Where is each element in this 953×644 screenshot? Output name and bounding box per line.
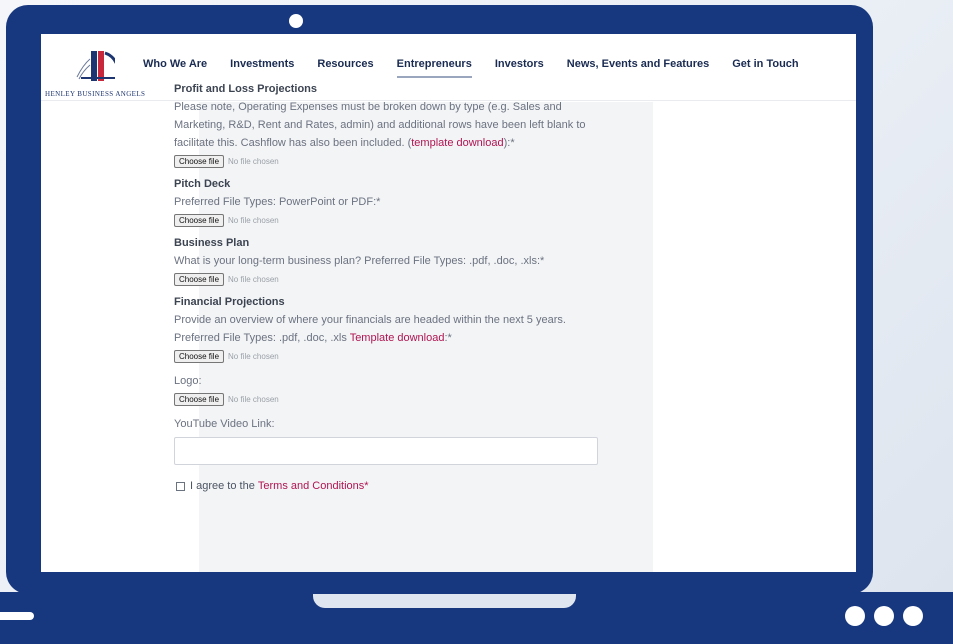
profit-loss-choose-file-button[interactable]: Choose file xyxy=(174,155,225,168)
financial-projections-desc: Provide an overview of where your financ… xyxy=(174,314,566,344)
nav-investments[interactable]: Investments xyxy=(230,58,294,70)
profit-loss-title: Profit and Loss Projections xyxy=(174,83,318,95)
pitch-deck-desc: Preferred File Types: PowerPoint or PDF:… xyxy=(174,196,381,208)
pitch-deck-file-status: No file chosen xyxy=(228,215,279,225)
financial-projections-title: Financial Projections xyxy=(174,296,285,308)
terms-link[interactable]: Terms and Conditions xyxy=(258,477,364,495)
nav-resources[interactable]: Resources xyxy=(317,58,373,70)
nav-get-in-touch[interactable]: Get in Touch xyxy=(732,58,798,70)
site-logo[interactable]: HENLEY BUSINESS ANGELS xyxy=(45,43,175,99)
main-nav: Who We Are Investments Resources Entrepr… xyxy=(143,58,822,78)
youtube-link-input[interactable] xyxy=(174,437,598,465)
business-plan-choose-file-button[interactable]: Choose file xyxy=(174,273,225,286)
business-plan-desc: What is your long-term business plan? Pr… xyxy=(174,255,545,267)
profit-loss-desc: Please note, Operating Expenses must be … xyxy=(174,101,586,149)
profit-loss-file-status: No file chosen xyxy=(228,156,279,166)
pitch-deck-file-input: Choose file No file chosen xyxy=(174,213,614,228)
youtube-label: YouTube Video Link: xyxy=(174,418,275,430)
financial-file-status: No file chosen xyxy=(228,351,279,361)
logo-text: HENLEY BUSINESS ANGELS xyxy=(45,90,146,98)
logo-label: Logo: xyxy=(174,375,202,387)
nav-entrepreneurs[interactable]: Entrepreneurs xyxy=(396,58,473,78)
pagination-dots xyxy=(845,606,923,626)
financial-file-input: Choose file No file chosen xyxy=(174,349,614,364)
pitch-deck-choose-file-button[interactable]: Choose file xyxy=(174,214,225,227)
agree-text: I agree to the xyxy=(190,480,255,492)
camera-dot xyxy=(289,14,303,28)
application-form: Profit and Loss Projections Please note,… xyxy=(174,80,614,495)
financial-template-link[interactable]: Template download xyxy=(350,332,445,344)
nav-investors[interactable]: Investors xyxy=(495,58,544,70)
terms-checkbox[interactable] xyxy=(176,481,185,491)
nav-news-events[interactable]: News, Events and Features xyxy=(567,58,709,70)
logo-file-status: No file chosen xyxy=(228,394,279,404)
dot-3 xyxy=(903,606,923,626)
terms-required-mark: * xyxy=(364,480,369,492)
logo-file-input: Choose file No file chosen xyxy=(174,392,614,407)
dot-2 xyxy=(874,606,894,626)
business-plan-file-status: No file chosen xyxy=(228,274,279,284)
pitch-deck-title: Pitch Deck xyxy=(174,178,231,190)
profit-loss-file-input: Choose file No file chosen xyxy=(174,154,614,169)
financial-choose-file-button[interactable]: Choose file xyxy=(174,350,225,363)
logo-choose-file-button[interactable]: Choose file xyxy=(174,393,225,406)
dash-decoration xyxy=(0,612,34,620)
profit-loss-template-link[interactable]: template download xyxy=(411,137,503,149)
terms-agreement: I agree to the Terms and Conditions * xyxy=(176,477,614,495)
laptop-notch xyxy=(313,594,576,608)
business-plan-title: Business Plan xyxy=(174,237,250,249)
business-plan-file-input: Choose file No file chosen xyxy=(174,272,614,287)
dot-1 xyxy=(845,606,865,626)
bridge-logo-icon xyxy=(76,51,121,81)
nav-who-we-are[interactable]: Who We Are xyxy=(143,58,207,70)
